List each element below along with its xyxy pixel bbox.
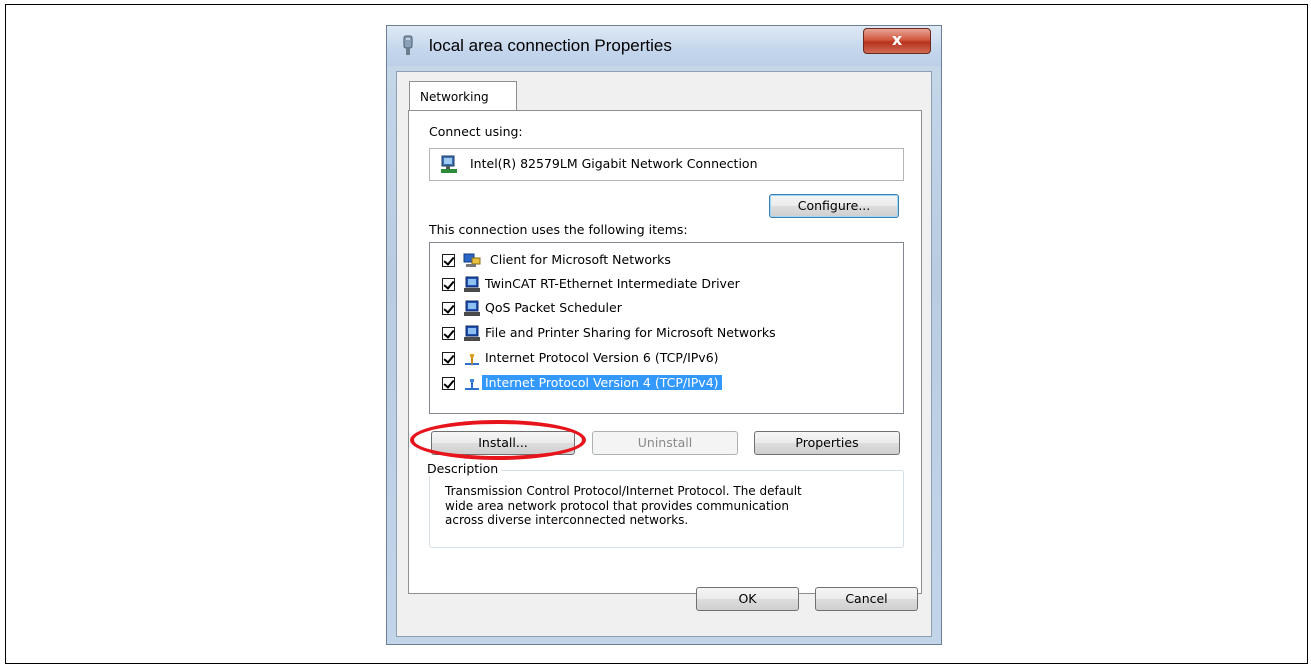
network-service-icon	[464, 325, 480, 341]
item-label: Internet Protocol Version 6 (TCP/IPv6)	[485, 350, 719, 365]
items-list[interactable]: Client for Microsoft Networks TwinCAT RT…	[429, 242, 904, 414]
list-item-ipv4[interactable]: Internet Protocol Version 4 (TCP/IPv4)	[430, 373, 903, 395]
adapter-field: Intel(R) 82579LM Gigabit Network Connect…	[429, 148, 904, 181]
protocol-icon	[465, 354, 479, 365]
list-item-twincat-driver[interactable]: TwinCAT RT-Ethernet Intermediate Driver	[430, 274, 903, 296]
tab-label: Networking	[420, 90, 489, 104]
adapter-name: Intel(R) 82579LM Gigabit Network Connect…	[470, 156, 758, 171]
title-bar[interactable]: local area connection Properties x	[387, 26, 941, 66]
connect-using-label: Connect using:	[429, 124, 523, 139]
properties-dialog: local area connection Properties x Netwo…	[386, 25, 942, 645]
close-button[interactable]: x	[863, 28, 931, 54]
configure-button[interactable]: Configure...	[769, 194, 899, 218]
item-checkbox[interactable]	[442, 377, 455, 390]
item-checkbox[interactable]	[442, 352, 455, 365]
network-service-icon	[464, 300, 480, 316]
client-network-icon	[463, 253, 481, 267]
properties-button[interactable]: Properties	[754, 431, 900, 455]
highlight-ellipse	[410, 420, 586, 460]
protocol-icon	[465, 379, 479, 390]
tab-networking[interactable]: Networking	[409, 81, 517, 111]
network-adapter-icon	[441, 155, 457, 173]
configure-button-label: Configure...	[797, 198, 871, 213]
uninstall-button[interactable]: Uninstall	[592, 431, 738, 455]
description-line: wide area network protocol that provides…	[445, 498, 789, 513]
item-checkbox[interactable]	[442, 327, 455, 340]
close-icon: x	[891, 30, 903, 49]
item-label: File and Printer Sharing for Microsoft N…	[485, 325, 776, 340]
list-item-ipv6[interactable]: Internet Protocol Version 6 (TCP/IPv6)	[430, 348, 903, 370]
list-item-file-printer-sharing[interactable]: File and Printer Sharing for Microsoft N…	[430, 323, 903, 345]
cancel-button[interactable]: Cancel	[815, 587, 918, 611]
item-checkbox[interactable]	[442, 254, 455, 267]
item-checkbox[interactable]	[442, 302, 455, 315]
list-item-qos-scheduler[interactable]: QoS Packet Scheduler	[430, 298, 903, 320]
item-label: Client for Microsoft Networks	[490, 252, 671, 267]
item-checkbox[interactable]	[442, 278, 455, 291]
ok-button-label: OK	[738, 591, 757, 606]
item-label-selected: Internet Protocol Version 4 (TCP/IPv4)	[482, 375, 722, 390]
description-line: across diverse interconnected networks.	[445, 513, 689, 527]
network-adapter-icon	[403, 35, 413, 55]
description-text: Transmission Control Protocol/Internet P…	[445, 484, 895, 528]
list-item-client-ms-networks[interactable]: Client for Microsoft Networks	[430, 250, 903, 272]
items-label: This connection uses the following items…	[429, 222, 688, 237]
item-label: QoS Packet Scheduler	[485, 300, 622, 315]
network-service-icon	[464, 276, 480, 292]
item-label: TwinCAT RT-Ethernet Intermediate Driver	[485, 276, 740, 291]
properties-button-label: Properties	[795, 435, 859, 450]
dialog-title: local area connection Properties	[429, 36, 672, 55]
description-line: Transmission Control Protocol/Internet P…	[445, 484, 802, 498]
description-legend: Description	[424, 461, 502, 476]
ok-button[interactable]: OK	[696, 587, 799, 611]
cancel-button-label: Cancel	[845, 591, 888, 606]
uninstall-button-label: Uninstall	[637, 435, 693, 450]
